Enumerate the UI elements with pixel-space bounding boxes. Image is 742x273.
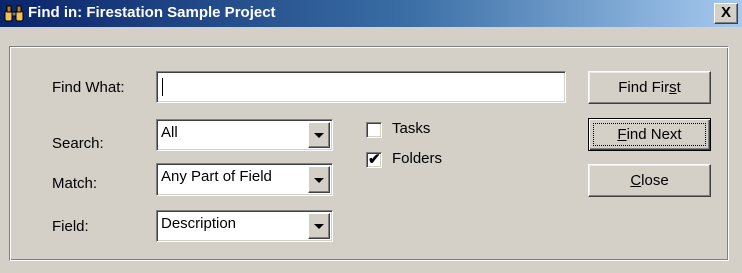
field-dropdown[interactable]: Description xyxy=(156,210,333,242)
close-label-post: lose xyxy=(641,172,669,189)
window-title: Find in: Firestation Sample Project xyxy=(28,4,276,21)
find-what-label: Find What: xyxy=(52,79,125,96)
match-dropdown-value: Any Part of Field xyxy=(161,168,272,185)
tasks-checkbox[interactable] xyxy=(366,122,382,138)
binoculars-icon xyxy=(4,5,24,22)
match-label: Match: xyxy=(52,175,98,192)
chevron-down-icon[interactable] xyxy=(308,122,330,148)
find-what-input[interactable] xyxy=(156,71,566,103)
search-dropdown-value: All xyxy=(161,124,178,141)
chevron-down-icon[interactable] xyxy=(308,213,330,239)
folders-checkbox[interactable]: ✔ xyxy=(366,151,382,168)
close-accelerator: C xyxy=(630,172,642,189)
title-bar[interactable]: Find in: Firestation Sample Project X xyxy=(0,0,742,27)
checkmark-icon: ✔ xyxy=(368,151,381,168)
find-first-label-post: t xyxy=(676,79,681,96)
field-label: Field: xyxy=(52,218,89,235)
chevron-down-icon[interactable] xyxy=(308,166,330,193)
match-dropdown[interactable]: Any Part of Field xyxy=(156,163,333,196)
folders-label[interactable]: Folders xyxy=(392,150,442,167)
tasks-label[interactable]: Tasks xyxy=(392,120,430,137)
text-caret xyxy=(162,78,163,96)
find-first-label-pre: Find Fir xyxy=(618,79,670,96)
close-button[interactable]: Close xyxy=(588,164,711,197)
find-first-accelerator: s xyxy=(669,79,677,96)
focus-ring xyxy=(593,123,706,146)
close-window-button[interactable]: X xyxy=(714,3,738,24)
find-first-button[interactable]: Find First xyxy=(588,71,711,104)
search-label: Search: xyxy=(52,135,104,152)
find-next-button[interactable]: Find Next xyxy=(588,118,711,151)
field-dropdown-value: Description xyxy=(161,215,237,232)
search-dropdown[interactable]: All xyxy=(156,119,333,151)
